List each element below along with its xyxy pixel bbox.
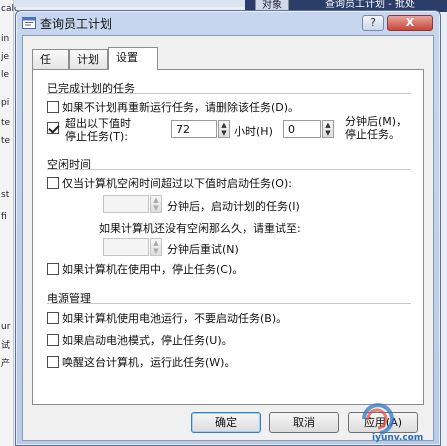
background-text: 试 — [1, 341, 11, 351]
settings-panel: 已完成计划的任务 如果不计划再重新运行任务，请删除该任务(D)。 超出以下值时 … — [32, 69, 424, 405]
background-text: st — [1, 190, 10, 200]
minutes-field[interactable] — [283, 120, 321, 138]
hours-field[interactable] — [171, 120, 217, 138]
task-properties-dialog: 查询员工计划 ? X 任务 计划 设置 已完成计划的任务 如果不计划再重新运行任… — [15, 10, 441, 446]
hours-spinner[interactable]: ▲ ▼ — [218, 120, 230, 138]
idle-minutes-field[interactable] — [103, 195, 149, 213]
window-title: 查询员工计划 — [40, 17, 113, 31]
wake-computer-checkbox[interactable] — [47, 356, 59, 368]
divider — [47, 303, 411, 304]
tab-tasks[interactable]: 任务 — [32, 49, 69, 85]
idle-minutes-spinner[interactable]: ▲ ▼ — [150, 195, 162, 213]
battery-stop-checkbox[interactable] — [47, 334, 59, 346]
battery-stop-label: 如果启动电池模式，停止任务(U)。 — [62, 334, 233, 347]
background-text: 产 — [1, 359, 11, 369]
stop-after-option[interactable] — [47, 122, 62, 134]
battery-no-start-option[interactable]: 如果计算机使用电池运行，不要启动任务(B)。 — [47, 310, 287, 326]
background-text: te — [1, 136, 11, 146]
background-window-strip: calc in je le pi te te st fi ur 试 产 — [0, 0, 19, 446]
stop-if-in-use-label: 如果计算机在使用中，停止任务(C)。 — [62, 263, 244, 276]
stop-if-in-use-checkbox[interactable] — [47, 263, 59, 275]
background-text: je — [1, 52, 10, 62]
battery-no-start-label: 如果计算机使用电池运行，不要启动任务(B)。 — [62, 312, 288, 325]
stop-if-in-use-option[interactable]: 如果计算机在使用中，停止任务(C)。 — [47, 261, 243, 277]
minutes-input[interactable] — [284, 121, 320, 137]
wake-computer-option[interactable]: 唤醒这台计算机，运行此任务(W)。 — [47, 354, 235, 370]
retry-minutes-spinner[interactable]: ▲ ▼ — [150, 238, 162, 256]
idle-start-label: 仅当计算机空闲时间超过以下值时启动任务(O): — [62, 177, 292, 190]
site-watermark-text: iyunv.com — [372, 433, 424, 443]
divider — [47, 169, 411, 170]
minutes-unit-label-1: 分钟后(M)， — [345, 115, 408, 128]
task-scheduler-icon — [22, 17, 36, 29]
ok-button[interactable]: 确定 — [191, 412, 261, 433]
help-button[interactable]: ? — [362, 15, 384, 31]
divider — [47, 93, 411, 94]
retry-minutes-label: 分钟后重试(N) — [167, 243, 239, 256]
tab-settings[interactable]: 设置 — [108, 47, 158, 70]
background-text: ur — [1, 322, 11, 332]
idle-start-checkbox[interactable] — [47, 177, 59, 189]
title-bar[interactable]: 查询员工计划 ? X — [16, 11, 440, 35]
stop-after-checkbox[interactable] — [47, 122, 59, 134]
background-text: fi — [1, 212, 7, 222]
minutes-unit-label-2: 停止任务。 — [345, 128, 400, 141]
idle-start-option[interactable]: 仅当计算机空闲时间超过以下值时启动任务(O): — [47, 175, 292, 191]
cancel-button[interactable]: 取消 — [269, 412, 339, 433]
battery-no-start-checkbox[interactable] — [47, 312, 59, 324]
idle-minutes-input[interactable] — [104, 196, 148, 212]
idle-minutes-label: 分钟后，启动计划的任务(I) — [167, 200, 300, 213]
delete-task-checkbox[interactable] — [47, 101, 59, 113]
stop-after-label-2: 停止任务(T): — [65, 130, 129, 143]
wake-computer-label: 唤醒这台计算机，运行此任务(W)。 — [62, 356, 236, 369]
background-text: pi — [1, 98, 10, 108]
minutes-spinner[interactable]: ▲ ▼ — [322, 120, 334, 138]
stop-after-label-1: 超出以下值时 — [65, 117, 131, 130]
delete-task-label: 如果不计划再重新运行任务，请删除该任务(D)。 — [62, 101, 300, 114]
hours-input[interactable] — [172, 121, 216, 137]
retry-minutes-field[interactable] — [103, 238, 149, 256]
retry-intro-label: 如果计算机还没有空闲那么久，请重试至: — [99, 222, 301, 235]
retry-minutes-input[interactable] — [104, 239, 148, 255]
battery-stop-option[interactable]: 如果启动电池模式，停止任务(U)。 — [47, 332, 233, 348]
background-text: le — [1, 70, 10, 80]
hours-unit-label: 小时(H) — [234, 125, 273, 138]
delete-task-option[interactable]: 如果不计划再重新运行任务，请删除该任务(D)。 — [47, 99, 299, 115]
background-text: in — [1, 34, 10, 44]
dialog-body: 任务 计划 设置 已完成计划的任务 如果不计划再重新运行任务，请删除该任务(D)… — [22, 35, 434, 441]
background-text: te — [1, 118, 11, 128]
close-button[interactable]: X — [387, 15, 433, 31]
tab-schedule[interactable]: 计划 — [69, 49, 108, 69]
